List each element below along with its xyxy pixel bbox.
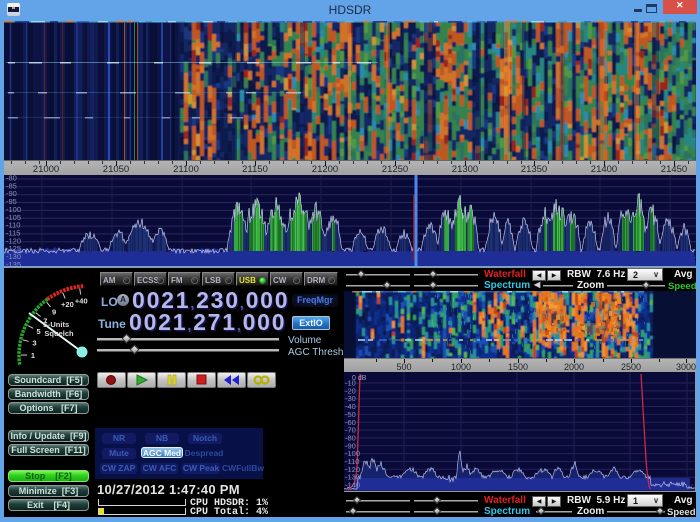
svg-text:3: 3 [32, 339, 36, 348]
svg-text:9: 9 [52, 308, 56, 317]
svg-text:5: 5 [37, 327, 41, 336]
svg-text:+20: +20 [61, 300, 74, 309]
svg-text:S-Units: S-Units [43, 320, 69, 329]
svg-text:Squelch: Squelch [44, 329, 74, 338]
svg-text:-135: -135 [6, 260, 21, 267]
svg-text:1: 1 [31, 351, 35, 360]
svg-text:+40: +40 [75, 296, 88, 305]
